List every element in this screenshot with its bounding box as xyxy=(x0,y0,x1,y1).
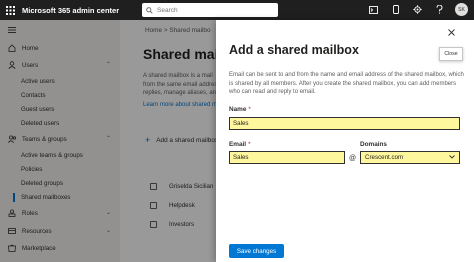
add-shared-mailbox-panel: Close Add a shared mailbox Email can be … xyxy=(216,20,474,262)
close-icon[interactable] xyxy=(445,26,457,38)
at-symbol: @ xyxy=(349,155,357,162)
settings-icon[interactable] xyxy=(411,3,424,16)
search-box[interactable] xyxy=(142,3,278,17)
save-changes-button[interactable]: Save changes xyxy=(229,244,284,258)
close-tooltip: Close xyxy=(439,47,463,61)
mobile-icon[interactable] xyxy=(389,3,402,16)
domain-dropdown[interactable]: Crescent.com xyxy=(360,151,460,164)
email-label: Email * xyxy=(229,141,251,148)
top-bar: Microsoft 365 admin center SK xyxy=(0,0,474,20)
label-text: Email xyxy=(229,141,247,148)
waffle-icon[interactable] xyxy=(0,0,20,20)
help-icon[interactable] xyxy=(433,3,446,16)
panel-description: Email can be sent to and from the name a… xyxy=(229,72,464,95)
required-marker: * xyxy=(248,141,251,148)
terminal-icon[interactable] xyxy=(367,3,380,16)
domain-value: Crescent.com xyxy=(365,154,404,161)
required-marker: * xyxy=(248,106,251,113)
label-text: Name xyxy=(229,106,247,113)
panel-title: Add a shared mailbox xyxy=(229,43,359,57)
name-input[interactable] xyxy=(229,117,460,130)
chevron-down-icon xyxy=(449,154,455,161)
email-input[interactable] xyxy=(229,151,345,164)
domains-label: Domains xyxy=(360,141,387,148)
avatar[interactable]: SK xyxy=(455,3,468,16)
name-label: Name * xyxy=(229,106,251,113)
search-input[interactable] xyxy=(157,6,267,14)
search-icon xyxy=(146,1,153,19)
app-title[interactable]: Microsoft 365 admin center xyxy=(22,6,119,15)
